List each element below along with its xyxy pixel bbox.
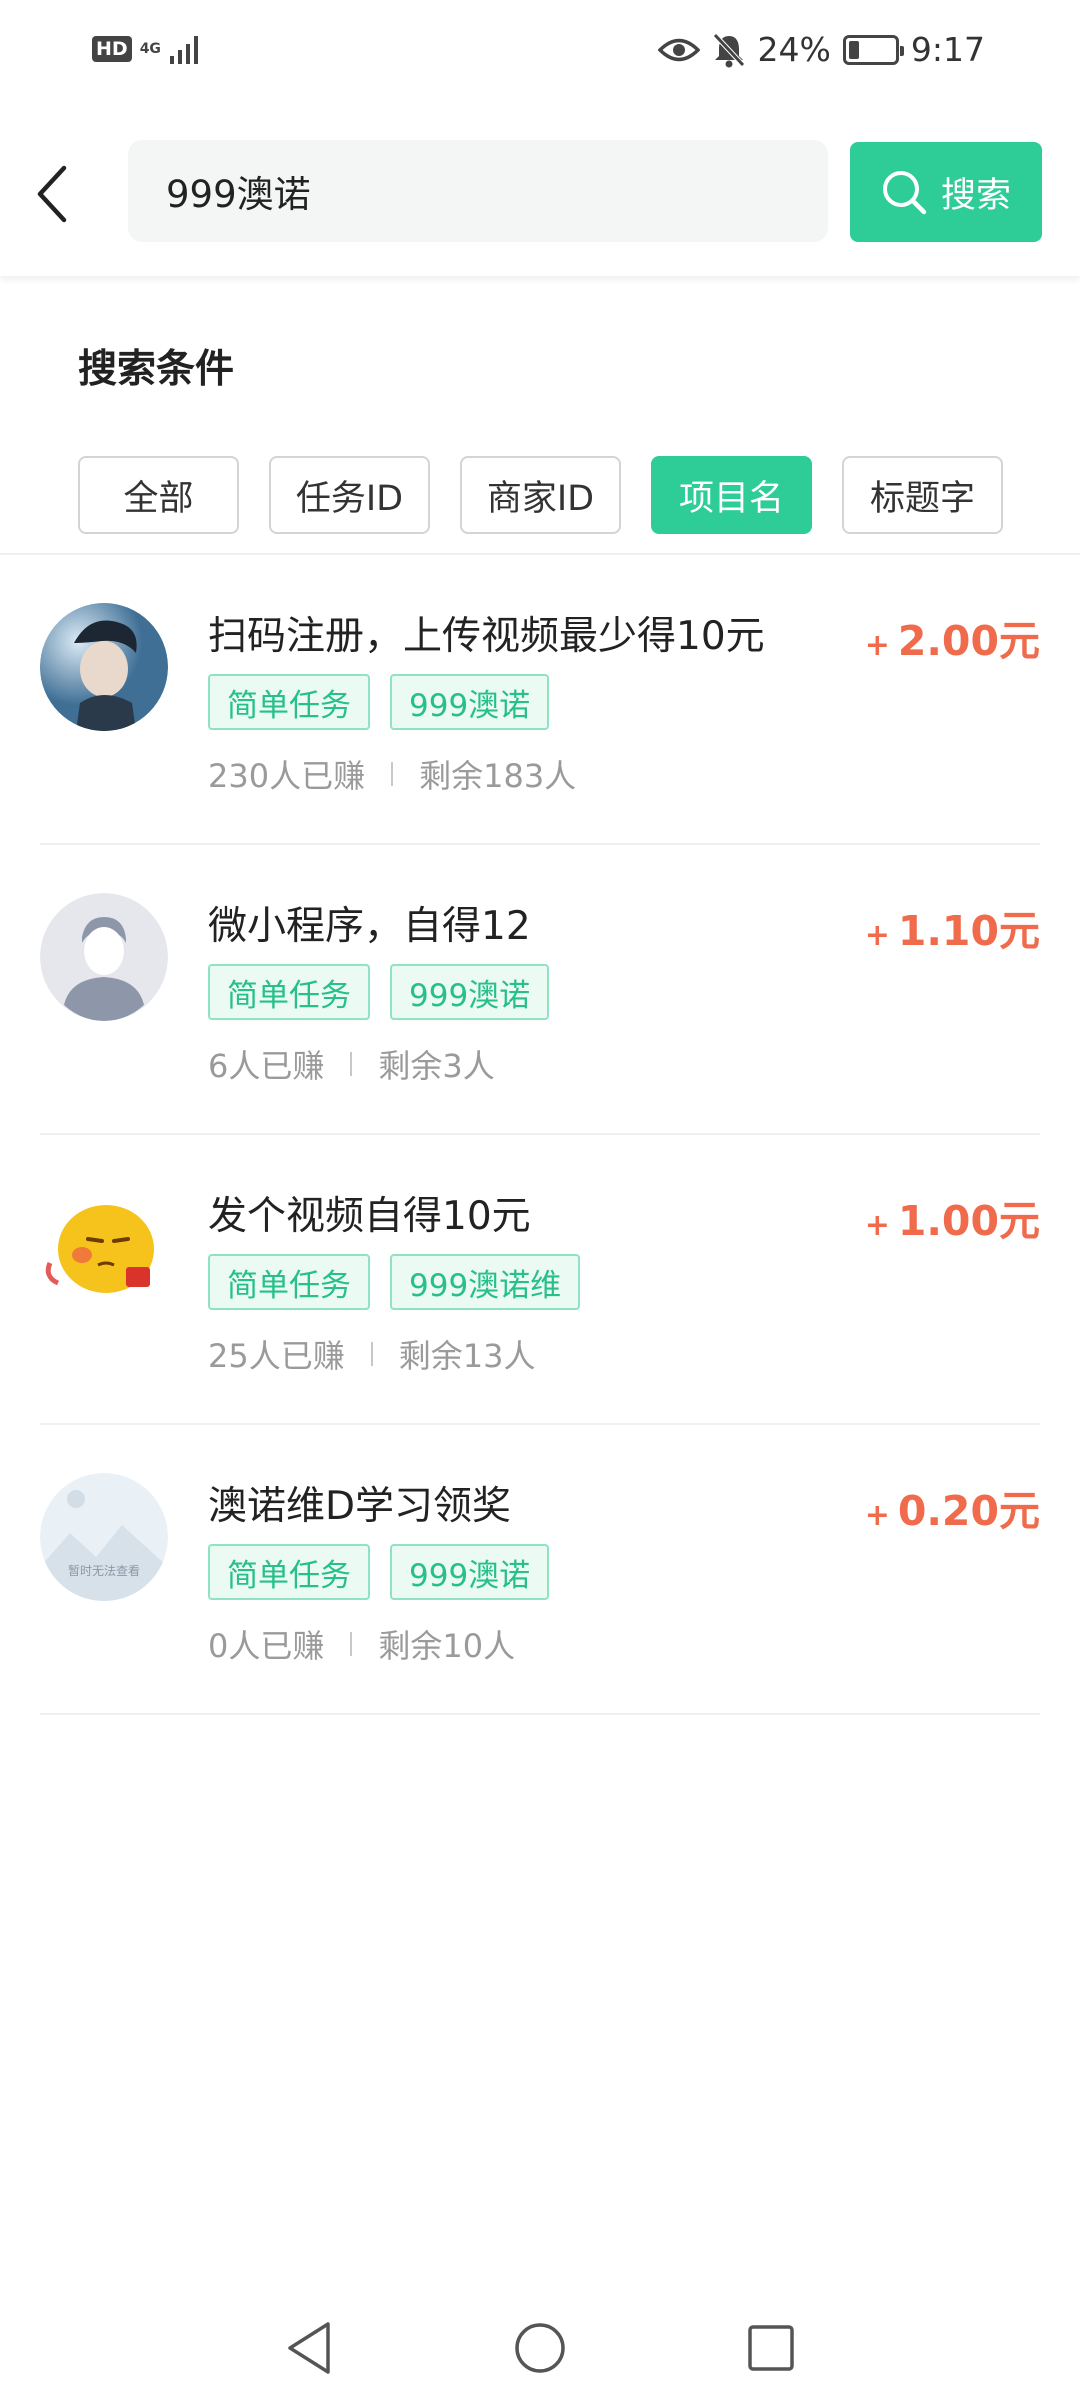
reward-amount: 1.10元 — [897, 907, 1040, 955]
remaining-count: 剩余10人 — [378, 1627, 516, 1665]
system-nav-bar — [0, 2290, 1080, 2400]
task-tags: 简单任务 999澳诺 — [208, 1544, 550, 1600]
task-tag: 999澳诺维 — [390, 1254, 581, 1310]
eye-icon — [657, 38, 700, 61]
task-title: 扫码注册，上传视频最少得10元 — [208, 614, 765, 659]
status-bar: HD 4G 24% 9:17 — [0, 0, 1080, 110]
task-tags: 简单任务 999澳诺维 — [208, 1254, 581, 1310]
earned-count: 0人已赚 — [208, 1627, 325, 1665]
network-label: 4G — [139, 41, 161, 57]
task-tags: 简单任务 999澳诺 — [208, 674, 550, 730]
image-placeholder-avatar: 暂时无法查看 — [40, 1473, 168, 1601]
task-tag: 简单任务 — [208, 964, 370, 1020]
remaining-count: 剩余13人 — [398, 1337, 536, 1375]
task-tag: 999澳诺 — [390, 674, 550, 730]
task-stats: 0人已赚 剩余10人 — [208, 1621, 515, 1667]
task-tag: 简单任务 — [208, 1254, 370, 1310]
task-tag: 999澳诺 — [390, 1544, 550, 1600]
earned-count: 230人已赚 — [208, 757, 366, 795]
reward-plus: + — [864, 628, 890, 663]
task-list: 扫码注册，上传视频最少得10元简单任务 999澳诺 230人已赚 剩余183人 +2.0… — [0, 555, 1080, 1715]
stats-separator — [350, 1632, 353, 1656]
task-list-item[interactable]: 微小程序，自得12 简单任务 999澳诺 6人已赚 剩余3人 +1.10元 — [40, 845, 1040, 1135]
reward-plus: + — [864, 1498, 890, 1533]
task-tag: 简单任务 — [208, 1544, 370, 1600]
task-reward: +1.00元 — [865, 1187, 1040, 1247]
task-stats: 6人已赚 剩余3人 — [208, 1041, 495, 1087]
reward-plus: + — [864, 918, 890, 953]
task-tag: 999澳诺 — [390, 964, 550, 1020]
yellow-cartoon-avatar — [40, 1183, 168, 1311]
search-button[interactable]: 搜索 — [850, 142, 1042, 242]
stats-separator — [370, 1342, 373, 1366]
filter-chips: 全部 任务ID 商家ID 项目名 标题字 — [78, 456, 1003, 534]
task-stats: 230人已赚 剩余183人 — [208, 751, 576, 797]
square-recents-icon — [748, 2325, 794, 2371]
task-tags: 简单任务 999澳诺 — [208, 964, 550, 1020]
filter-chip[interactable]: 任务ID — [269, 456, 430, 534]
reward-amount: 2.00元 — [897, 617, 1040, 665]
stats-separator — [350, 1052, 353, 1076]
anime-boy-avatar — [40, 603, 168, 731]
triangle-back-icon — [288, 2322, 330, 2374]
signal-icon — [169, 36, 198, 64]
filter-chip[interactable]: 商家ID — [460, 456, 621, 534]
task-reward: +0.20元 — [865, 1477, 1040, 1537]
reward-amount: 0.20元 — [897, 1487, 1040, 1535]
nav-home-button[interactable] — [510, 2318, 570, 2378]
search-button-label: 搜索 — [940, 175, 1011, 216]
task-list-item[interactable]: 暂时无法查看 澳诺维D学习领奖简单任务 999澳诺 0人已赚 剩余10人 +0.20元 — [40, 1425, 1040, 1715]
task-stats: 25人已赚 剩余13人 — [208, 1331, 535, 1377]
search-input[interactable]: 999澳诺 — [128, 140, 828, 242]
battery-percent: 24% — [757, 30, 831, 69]
task-reward: +2.00元 — [865, 607, 1040, 667]
circle-home-icon — [515, 2323, 565, 2373]
avatar-caption: 暂时无法查看 — [67, 1564, 140, 1578]
remaining-count: 剩余3人 — [378, 1047, 495, 1085]
filter-chip[interactable]: 标题字 — [842, 456, 1003, 534]
stats-separator — [391, 762, 394, 786]
mute-bell-icon — [712, 32, 745, 67]
battery-fill — [848, 40, 860, 59]
task-list-item[interactable]: 扫码注册，上传视频最少得10元简单任务 999澳诺 230人已赚 剩余183人 +2.0… — [40, 555, 1040, 845]
reward-amount: 1.00元 — [897, 1197, 1040, 1245]
back-arrow-icon — [37, 165, 67, 223]
filter-chip[interactable]: 项目名 — [651, 456, 812, 534]
task-title: 微小程序，自得12 — [208, 904, 531, 949]
task-reward: +1.10元 — [865, 897, 1040, 957]
task-title: 发个视频自得10元 — [208, 1194, 531, 1239]
nav-recents-button[interactable] — [741, 2318, 801, 2378]
back-button[interactable] — [24, 154, 80, 234]
earned-count: 6人已赚 — [208, 1047, 325, 1085]
filter-chip[interactable]: 全部 — [78, 456, 239, 534]
filter-title: 搜索条件 — [78, 338, 235, 394]
earned-count: 25人已赚 — [208, 1337, 345, 1375]
nav-back-button[interactable] — [279, 2318, 339, 2378]
reward-plus: + — [864, 1208, 890, 1243]
filter-title-text: 搜索条件 — [78, 347, 235, 392]
task-title: 澳诺维D学习领奖 — [208, 1484, 512, 1529]
task-tag: 简单任务 — [208, 674, 370, 730]
task-list-item[interactable]: 发个视频自得10元简单任务 999澳诺维 25人已赚 剩余13人 +1.00元 — [40, 1135, 1040, 1425]
battery-icon — [842, 34, 904, 65]
remaining-count: 剩余183人 — [419, 757, 577, 795]
status-left: HD 4G — [92, 34, 204, 64]
hd-badge: HD — [92, 36, 132, 62]
clock: 9:17 — [910, 30, 985, 69]
search-header: 999澳诺 搜索 — [0, 110, 1080, 276]
search-query: 999澳诺 — [166, 173, 311, 216]
default-person-avatar — [40, 893, 168, 1021]
search-icon — [882, 171, 927, 215]
status-right: 24% 9:17 — [657, 30, 985, 69]
